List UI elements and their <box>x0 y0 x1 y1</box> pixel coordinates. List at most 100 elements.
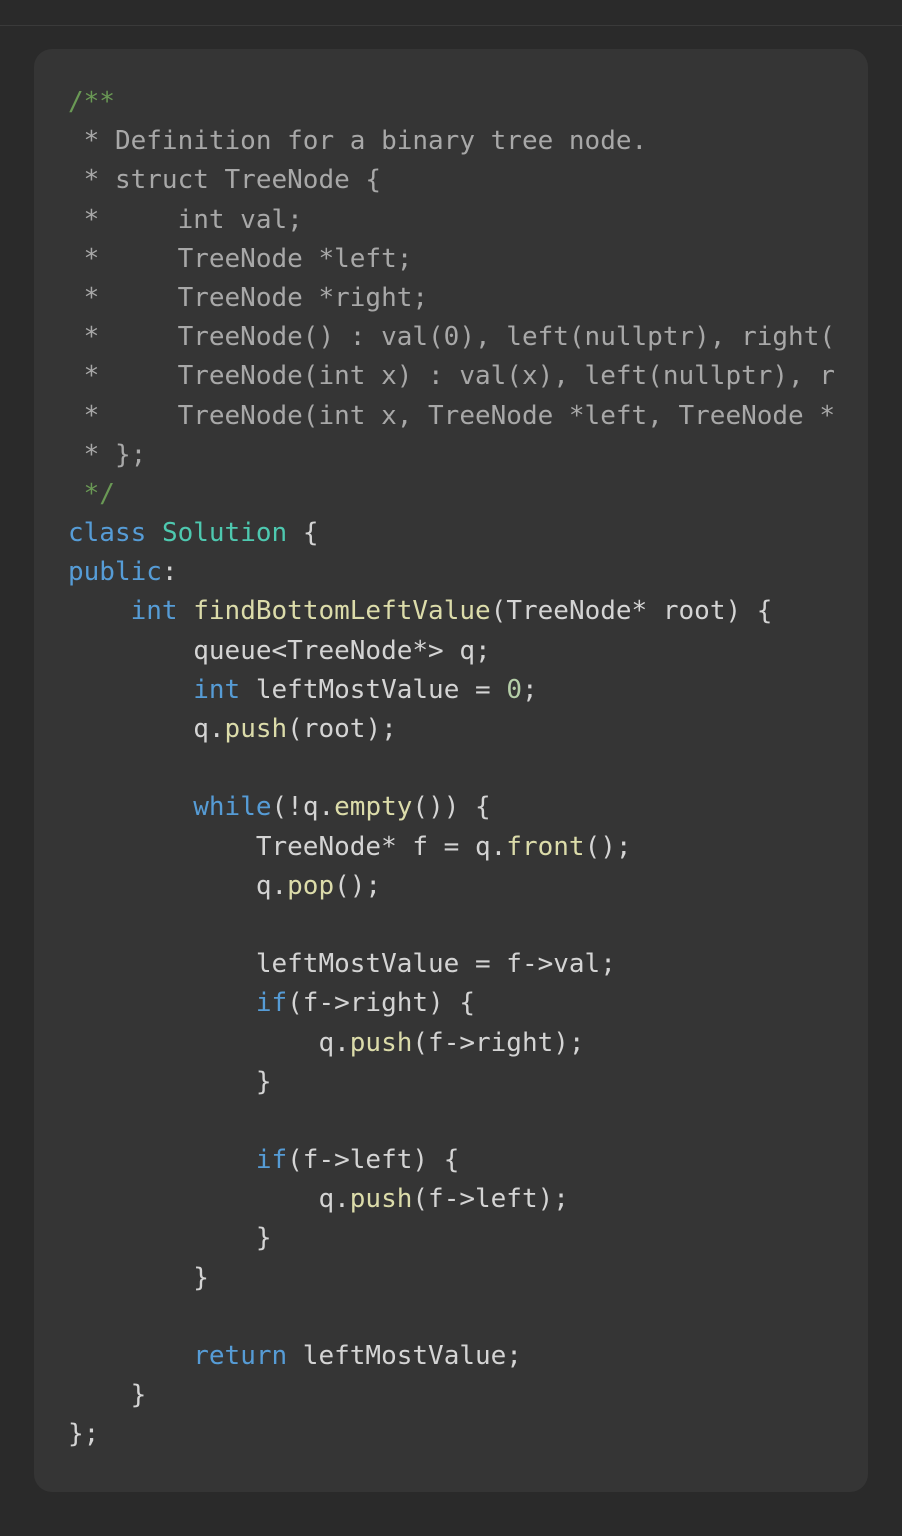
code-line: if(f->left) { <box>68 1141 834 1180</box>
code-line: class Solution { <box>68 514 834 553</box>
code-token: /** <box>68 87 115 117</box>
code-token: public <box>68 557 162 588</box>
code-token: if <box>255 1145 288 1176</box>
code-line: * TreeNode *right; <box>68 279 834 318</box>
code-token: Solution <box>161 518 288 549</box>
code-line: } <box>68 1219 834 1258</box>
code-token: TreeNode* f = q. <box>68 831 507 862</box>
code-token: }; <box>68 1419 100 1450</box>
code-token: front <box>506 831 585 862</box>
code-token: * TreeNode *right; <box>68 282 429 313</box>
code-line: while(!q.empty()) { <box>68 788 834 827</box>
code-line: }; <box>68 1415 834 1454</box>
code-token: (); <box>584 831 632 862</box>
code-line: q.pop(); <box>68 867 834 906</box>
code-token: push <box>349 1184 413 1215</box>
code-line: } <box>68 1259 834 1298</box>
code-line: int findBottomLeftValue(TreeNode* root) … <box>68 592 834 631</box>
code-line: public: <box>68 553 834 592</box>
code-token: } <box>68 1262 209 1293</box>
code-token: int <box>130 596 178 627</box>
code-line: * struct TreeNode { <box>68 161 834 200</box>
code-line: q.push(root); <box>68 710 834 749</box>
code-token: int <box>193 674 241 705</box>
code-token: * TreeNode(int x) : val(x), left(nullptr… <box>83 361 834 392</box>
code-block: /** * Definition for a binary tree node.… <box>34 49 868 1492</box>
code-line: * Definition for a binary tree node. <box>68 122 834 161</box>
code-token: leftMostValue = <box>240 674 507 705</box>
code-token: if <box>255 988 288 1019</box>
code-token: q. <box>68 870 288 901</box>
code-token: } <box>68 1223 272 1254</box>
code-token: (f->left); <box>412 1184 569 1215</box>
code-token: 0 <box>506 674 522 705</box>
code-token: q. <box>68 1027 350 1058</box>
code-token: (f->left) { <box>287 1145 460 1176</box>
code-token: } <box>68 1380 147 1411</box>
code-token: * }; <box>68 439 147 470</box>
code-token: (!q. <box>271 792 335 823</box>
code-line: queue<TreeNode*> q; <box>68 632 834 671</box>
code-token: */ <box>68 478 115 509</box>
code-line: return leftMostValue; <box>68 1337 834 1376</box>
code-token: * int val; <box>68 204 303 235</box>
code-token: (TreeNode* root) { <box>490 596 773 627</box>
top-divider <box>0 0 902 26</box>
code-token: } <box>68 1066 272 1097</box>
code-line: } <box>68 1376 834 1415</box>
code-line: */ <box>68 475 834 514</box>
code-line: * }; <box>68 436 834 475</box>
code-token: push <box>349 1027 413 1058</box>
code-token: leftMostValue = f->val; <box>68 949 616 980</box>
code-line: /** <box>68 83 834 122</box>
code-token: ; <box>521 674 538 705</box>
code-token: while <box>193 792 272 823</box>
code-line: int leftMostValue = 0; <box>68 671 834 710</box>
code-token: q. <box>68 714 225 744</box>
code-line: } <box>68 1063 834 1102</box>
code-token: * TreeNode *left; <box>68 243 413 274</box>
code-line: TreeNode* f = q.front(); <box>68 828 834 867</box>
code-token: queue<TreeNode*> q; <box>68 635 491 666</box>
code-token: (); <box>334 870 382 901</box>
code-token: empty <box>334 792 413 823</box>
code-line: * TreeNode() : val(0), left(nullptr), ri… <box>68 318 834 357</box>
code-line: q.push(f->right); <box>68 1024 834 1063</box>
code-line: leftMostValue = f->val; <box>68 945 834 984</box>
code-line: * int val; <box>68 201 834 240</box>
code-content[interactable]: /** * Definition for a binary tree node.… <box>68 83 834 1455</box>
code-token: * TreeNode(int x, TreeNode *left, TreeNo… <box>83 400 834 431</box>
code-token: * Definition for a binary tree node. <box>68 126 648 157</box>
code-token: (root); <box>287 714 397 744</box>
code-token: * struct TreeNode { <box>68 165 382 196</box>
code-token: return <box>193 1341 288 1371</box>
code-token: (f->right) { <box>287 988 475 1019</box>
code-token: pop <box>287 870 335 901</box>
code-line: * TreeNode(int x, TreeNode *left, TreeNo… <box>68 397 834 436</box>
code-line: q.push(f->left); <box>68 1180 834 1219</box>
code-token: class <box>68 518 147 549</box>
code-token: push <box>224 714 288 744</box>
code-line: * TreeNode(int x) : val(x), left(nullptr… <box>68 357 834 396</box>
code-token: (f->right); <box>412 1027 585 1058</box>
code-token: : <box>161 557 178 588</box>
code-token: leftMostValue; <box>287 1341 522 1371</box>
code-token: * TreeNode() : val(0), left(nullptr), ri… <box>83 322 834 353</box>
code-line: * TreeNode *left; <box>68 240 834 279</box>
code-token: findBottomLeftValue <box>193 596 491 627</box>
code-token: q. <box>68 1184 350 1215</box>
code-line: if(f->right) { <box>68 984 834 1023</box>
code-token: ()) { <box>412 792 491 823</box>
